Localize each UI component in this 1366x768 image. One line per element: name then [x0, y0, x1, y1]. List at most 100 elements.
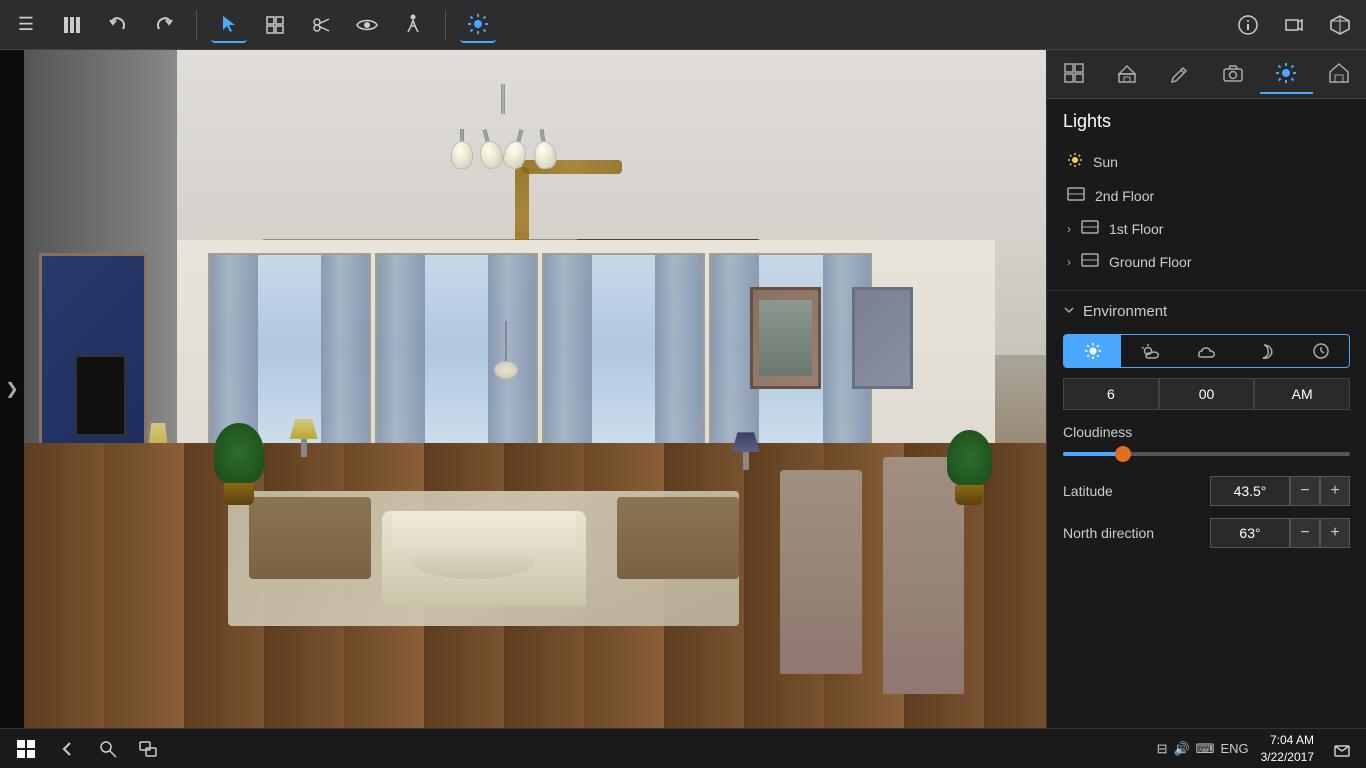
- light-item-2nd-floor[interactable]: 2nd Floor: [1063, 179, 1350, 212]
- taskbar-multitask-btn[interactable]: [132, 733, 164, 765]
- chandelier-arm-4: [540, 129, 549, 164]
- redo-icon[interactable]: [146, 7, 182, 43]
- light-item-ground-floor[interactable]: › Ground Floor: [1063, 245, 1350, 278]
- separator-1: [196, 10, 197, 40]
- chandelier-rod: [501, 84, 505, 114]
- separator-2: [445, 10, 446, 40]
- taskbar-notification-icon[interactable]: [1326, 733, 1358, 765]
- scissors-icon[interactable]: [303, 7, 339, 43]
- panel-camera-icon[interactable]: [1207, 54, 1260, 94]
- win-square-2: [27, 740, 35, 748]
- taskbar-clock[interactable]: 7:04 AM 3/22/2017: [1261, 732, 1314, 766]
- chandelier-bulb-1: [451, 141, 473, 169]
- north-direction-input[interactable]: [1210, 518, 1290, 548]
- library-icon[interactable]: [54, 7, 90, 43]
- environment-section: Environment: [1047, 291, 1366, 728]
- taskbar-right: ⊟ 🔊 ⌨ ENG 7:04 AM 3/22/2017: [1157, 732, 1358, 766]
- top-toolbar: ☰: [0, 0, 1366, 50]
- partly-cloudy-btn[interactable]: [1121, 335, 1178, 367]
- night-btn[interactable]: [1235, 335, 1292, 367]
- panel-sun-icon[interactable]: [1260, 54, 1313, 94]
- cloudy-btn[interactable]: [1178, 335, 1235, 367]
- panel-house-icon[interactable]: [1313, 54, 1366, 94]
- tv: [75, 355, 126, 436]
- sun-item-icon: [1067, 152, 1083, 171]
- 3d-box-icon[interactable]: [1322, 7, 1358, 43]
- taskbar-time: 7:04 AM: [1261, 732, 1314, 749]
- north-direction-plus-btn[interactable]: +: [1320, 518, 1350, 548]
- time-ampm-display[interactable]: AM: [1254, 378, 1350, 410]
- taskbar-back-btn[interactable]: [52, 733, 84, 765]
- right-panel-icons: [1047, 50, 1366, 99]
- select-icon[interactable]: [211, 7, 247, 43]
- clear-day-btn[interactable]: [1064, 335, 1121, 367]
- environment-header[interactable]: Environment: [1063, 303, 1350, 320]
- cloudiness-slider[interactable]: [1063, 448, 1350, 460]
- light-1st-floor-label: 1st Floor: [1109, 221, 1163, 237]
- plant-right: [944, 430, 995, 579]
- armchair-right: [617, 497, 740, 578]
- light-sun-label: Sun: [1093, 154, 1118, 170]
- taskbar-ime-icon[interactable]: ENG: [1220, 741, 1248, 756]
- plant-pot-left: [224, 483, 254, 505]
- latitude-minus-btn[interactable]: −: [1290, 476, 1320, 506]
- ground-floor-icon: [1081, 253, 1099, 270]
- taskbar-date: 3/22/2017: [1261, 749, 1314, 766]
- left-nav-arrow[interactable]: ❯: [0, 50, 24, 728]
- sun-main-icon[interactable]: [460, 7, 496, 43]
- coffee-table: [412, 545, 535, 579]
- frame-icon[interactable]: [1276, 7, 1312, 43]
- north-direction-minus-btn[interactable]: −: [1290, 518, 1320, 548]
- win-square-1: [17, 740, 25, 748]
- 2nd-floor-icon: [1067, 187, 1085, 204]
- time-minute-display[interactable]: 00: [1159, 378, 1255, 410]
- 1st-floor-icon: [1081, 220, 1099, 237]
- dining-chair-2: [780, 470, 862, 673]
- taskbar: ⊟ 🔊 ⌨ ENG 7:04 AM 3/22/2017: [0, 728, 1366, 768]
- taskbar-left: [8, 733, 1157, 765]
- info-icon[interactable]: [1230, 7, 1266, 43]
- light-2nd-floor-label: 2nd Floor: [1095, 188, 1154, 204]
- lights-title: Lights: [1063, 111, 1350, 132]
- env-collapse-arrow: [1063, 303, 1075, 320]
- windows-logo: [17, 740, 35, 758]
- north-direction-label: North direction: [1063, 525, 1210, 541]
- chandelier-arm-2: [483, 129, 496, 164]
- chandelier-arm-3: [510, 129, 523, 164]
- latitude-plus-btn[interactable]: +: [1320, 476, 1350, 506]
- slider-fill: [1063, 452, 1120, 456]
- win-square-3: [17, 750, 25, 758]
- group-icon[interactable]: [257, 7, 293, 43]
- panel-items-icon[interactable]: [1047, 54, 1100, 94]
- custom-time-btn[interactable]: [1292, 335, 1349, 367]
- viewport[interactable]: [24, 50, 1046, 728]
- taskbar-network-icon[interactable]: ⊟: [1157, 741, 1168, 757]
- north-direction-row: North direction − +: [1063, 518, 1350, 548]
- painting-right-1: [750, 287, 822, 389]
- time-hour-display[interactable]: 6: [1063, 378, 1159, 410]
- taskbar-volume-icon[interactable]: 🔊: [1173, 741, 1189, 757]
- undo-icon[interactable]: [100, 7, 136, 43]
- walk-icon[interactable]: [395, 7, 431, 43]
- panel-build-icon[interactable]: [1100, 54, 1153, 94]
- slider-thumb[interactable]: [1115, 446, 1131, 462]
- room-scene: [24, 50, 1046, 728]
- taskbar-sys-icons: ⊟ 🔊 ⌨ ENG: [1157, 741, 1249, 757]
- taskbar-search-btn[interactable]: [92, 733, 124, 765]
- hamburger-menu-icon[interactable]: ☰: [8, 7, 44, 43]
- painting-right-2: [852, 287, 913, 389]
- table-lamp-left: [290, 419, 318, 457]
- light-ground-floor-label: Ground Floor: [1109, 254, 1191, 270]
- plant-foliage-left: [214, 423, 264, 483]
- light-item-sun[interactable]: Sun: [1063, 144, 1350, 179]
- taskbar-keyboard-icon[interactable]: ⌨: [1196, 741, 1215, 757]
- latitude-input[interactable]: [1210, 476, 1290, 506]
- pendant-lamp: [494, 321, 518, 379]
- eye-icon[interactable]: [349, 7, 385, 43]
- panel-edit-icon[interactable]: [1153, 54, 1206, 94]
- start-button[interactable]: [8, 733, 44, 765]
- plant-left: [208, 423, 269, 559]
- left-chevron-icon: ❯: [5, 379, 18, 399]
- chandelier: [443, 84, 563, 164]
- light-item-1st-floor[interactable]: › 1st Floor: [1063, 212, 1350, 245]
